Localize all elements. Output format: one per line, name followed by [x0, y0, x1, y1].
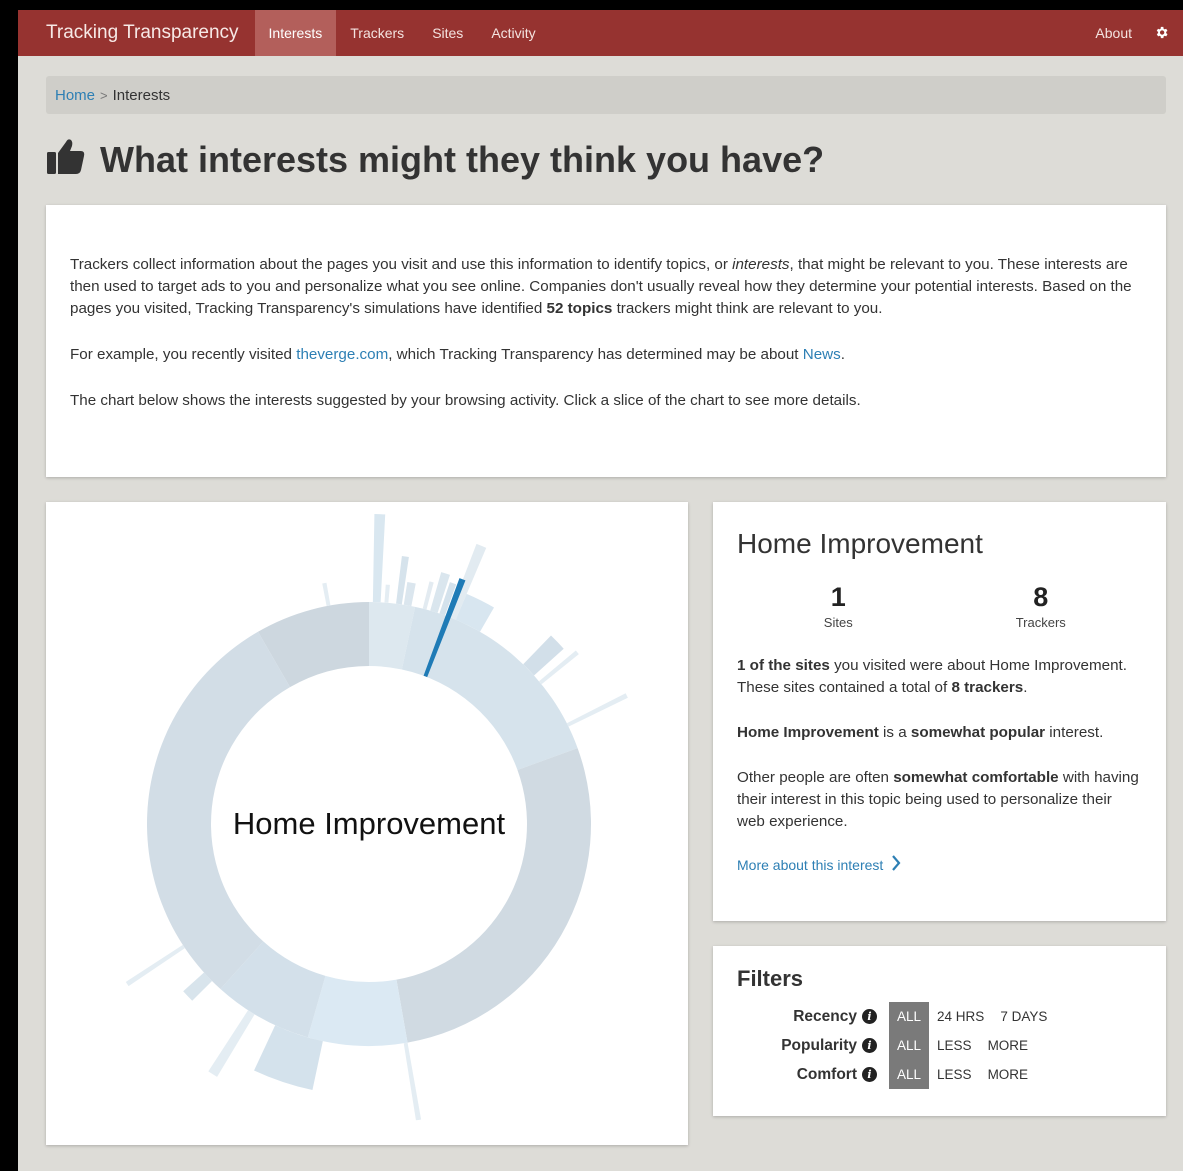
intro-emphasis: interests: [732, 256, 790, 273]
detail-sites-text: 1 of the sites you visited were about Ho…: [737, 655, 1142, 699]
detail-strong: 8 trackers: [951, 679, 1024, 696]
filters-title: Filters: [737, 966, 804, 991]
detail-strong: somewhat comfortable: [893, 769, 1059, 786]
more-link-label: More about this interest: [737, 856, 884, 873]
more-about-interest-link[interactable]: More about this interest: [737, 855, 1142, 874]
detail-text: is a: [878, 724, 911, 741]
filter-rows: Recency i ALL 24 HRS 7 DAYS Popularity i A…: [737, 1002, 1142, 1089]
sites-stat: 1 Sites: [737, 583, 940, 630]
filter-option-all[interactable]: ALL: [889, 1031, 930, 1060]
filter-option-more[interactable]: MORE: [980, 1060, 1037, 1089]
sunburst-outer-slice[interactable]: [403, 582, 416, 607]
filter-label-text: Recency: [793, 1007, 857, 1025]
filter-option-7days[interactable]: 7 DAYS: [992, 1002, 1055, 1031]
filter-label-text: Popularity: [781, 1036, 857, 1054]
filter-row-comfort: Comfort i ALL LESS MORE: [737, 1060, 1142, 1089]
detail-text: .: [1023, 679, 1028, 696]
sunburst-outer-slice[interactable]: [125, 944, 185, 987]
page-title-text: What interests might they think you have…: [100, 139, 825, 180]
intro-card: Trackers collect information about the p…: [46, 205, 1166, 477]
sunburst-outer-slice[interactable]: [384, 584, 390, 603]
filters-card: Filters Recency i ALL 24 HRS 7 DAYS Popul…: [713, 946, 1166, 1116]
breadcrumb-separator: >: [100, 88, 108, 103]
nav-item-activity[interactable]: Activity: [477, 10, 549, 56]
nav-item-trackers[interactable]: Trackers: [336, 10, 418, 56]
filter-row-recency: Recency i ALL 24 HRS 7 DAYS: [737, 1002, 1142, 1031]
breadcrumb-current: Interests: [112, 87, 171, 104]
sunburst-outer-slice[interactable]: [372, 514, 386, 603]
thumbs-up-icon: [46, 136, 86, 185]
info-icon[interactable]: i: [862, 1067, 877, 1082]
filter-label-recency: Recency i: [737, 1008, 883, 1026]
chart-center-label: Home Improvement: [233, 806, 506, 841]
filter-option-less[interactable]: LESS: [929, 1060, 980, 1089]
gear-icon[interactable]: [1152, 10, 1183, 56]
intro-paragraph-3: The chart below shows the interests sugg…: [70, 392, 861, 409]
interest-detail-card: Home Improvement 1 Sites 8 Trackers 1 of…: [713, 502, 1166, 921]
detail-comfort-text: Other people are often somewhat comforta…: [737, 767, 1142, 833]
filter-label-popularity: Popularity i: [737, 1037, 883, 1055]
nav-item-interests[interactable]: Interests: [254, 10, 337, 56]
intro-text: .: [840, 346, 845, 363]
sunburst-slice[interactable]: [401, 606, 578, 770]
trackers-count: 8: [1033, 582, 1049, 612]
filter-label-text: Comfort: [796, 1065, 857, 1083]
filter-option-24hrs[interactable]: 24 HRS: [929, 1002, 992, 1031]
detail-strong: Home Improvement: [737, 724, 879, 741]
topics-count: 52 topics: [546, 300, 613, 317]
sites-count: 1: [830, 582, 846, 612]
sunburst-outer-slice[interactable]: [566, 693, 628, 727]
sites-label: Sites: [823, 615, 853, 630]
filter-option-all[interactable]: ALL: [889, 1002, 930, 1031]
trackers-stat: 8 Trackers: [940, 583, 1143, 630]
breadcrumb-home-link[interactable]: Home: [55, 87, 95, 104]
detail-strong: somewhat popular: [910, 724, 1046, 741]
filter-option-all[interactable]: ALL: [889, 1060, 930, 1089]
sunburst-outer-slice[interactable]: [183, 972, 213, 1001]
intro-text: Trackers collect information about the p…: [70, 256, 733, 273]
breadcrumb: Home > Interests: [46, 76, 1166, 114]
chevron-right-icon: [891, 855, 901, 874]
info-icon[interactable]: i: [862, 1009, 877, 1024]
filter-row-popularity: Popularity i ALL LESS MORE: [737, 1031, 1142, 1060]
filter-option-less[interactable]: LESS: [929, 1031, 980, 1060]
sunburst-slice[interactable]: [307, 975, 408, 1046]
intro-text: trackers might think are relevant to you…: [612, 300, 883, 317]
detail-title: Home Improvement: [737, 528, 983, 559]
brand-link[interactable]: Tracking Transparency: [18, 10, 255, 56]
sunburst-chart[interactable]: Home Improvement: [46, 502, 688, 1145]
detail-text: interest.: [1045, 724, 1104, 741]
intro-text: , which Tracking Transparency has determ…: [388, 346, 803, 363]
site-link[interactable]: theverge.com: [296, 346, 388, 363]
detail-popularity-text: Home Improvement is a somewhat popular i…: [737, 722, 1142, 744]
intro-paragraph-1: Trackers collect information about the p…: [70, 254, 1142, 320]
app-frame: Tracking Transparency Interests Trackers…: [18, 10, 1183, 1171]
intro-text: For example, you recently visited: [70, 346, 297, 363]
interest-link[interactable]: News: [803, 346, 841, 363]
detail-strong: 1 of the sites: [737, 657, 830, 674]
filter-option-more[interactable]: MORE: [980, 1031, 1037, 1060]
sunburst-slice[interactable]: [396, 748, 591, 1043]
sunburst-outer-slice[interactable]: [403, 1042, 422, 1121]
nav-item-sites[interactable]: Sites: [418, 10, 477, 56]
sunburst-chart-card: Home Improvement: [46, 502, 688, 1145]
navbar: Tracking Transparency Interests Trackers…: [18, 10, 1183, 56]
sunburst-outer-slice[interactable]: [322, 582, 331, 607]
info-icon[interactable]: i: [862, 1038, 877, 1053]
page-title: What interests might they think you have…: [46, 136, 824, 184]
nav-item-about[interactable]: About: [1095, 10, 1152, 56]
detail-stats: 1 Sites 8 Trackers: [737, 583, 1142, 630]
intro-paragraph-2: For example, you recently visited thever…: [70, 344, 1142, 366]
trackers-label: Trackers: [1015, 615, 1066, 630]
filter-label-comfort: Comfort i: [737, 1066, 883, 1084]
detail-text: Other people are often: [737, 769, 894, 786]
sunburst-outer-slice[interactable]: [208, 1010, 255, 1077]
